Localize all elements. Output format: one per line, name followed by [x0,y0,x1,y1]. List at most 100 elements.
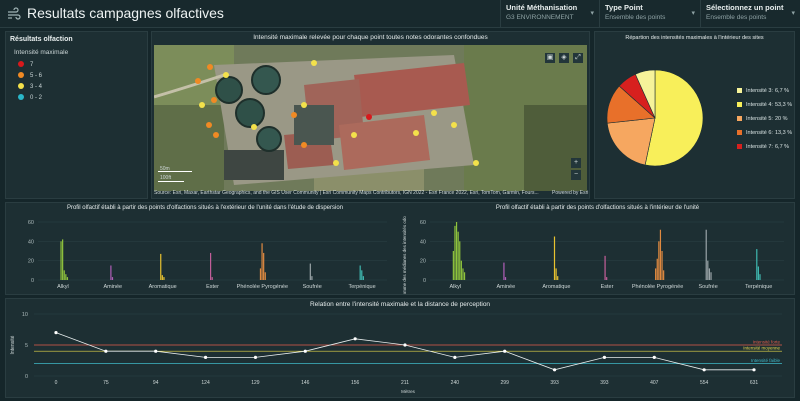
bar[interactable] [264,272,266,280]
bookmark-icon[interactable]: ▣ [545,53,555,63]
powered-by[interactable]: Powered by Esri [552,190,588,196]
data-point[interactable] [602,355,607,359]
data-point[interactable] [552,368,557,372]
data-point[interactable] [652,355,656,359]
data-point[interactable] [54,331,58,335]
data-point[interactable] [403,343,407,347]
bar[interactable] [658,241,660,280]
bar[interactable] [261,243,263,280]
bar[interactable] [454,225,456,280]
bar[interactable] [311,276,313,280]
data-point[interactable] [303,349,307,353]
bar[interactable] [459,241,461,280]
bar-chart-exterior[interactable]: 0 20 40 60 Alkyl Aminée Aromatique Ester Phénolé… [10,216,395,294]
bar[interactable] [259,268,262,280]
map-point[interactable] [431,110,437,116]
data-point[interactable] [203,355,208,359]
data-point[interactable] [253,355,258,359]
bar[interactable] [60,241,62,280]
map-point[interactable] [207,64,213,70]
bar-chart-interior[interactable]: 0 20 40 60 Somme des médianes des intensités… [400,216,792,294]
bar[interactable] [460,260,462,280]
bar[interactable] [110,265,112,281]
y-tick-label: 5 [25,343,28,349]
map-point[interactable] [223,72,229,78]
layers-icon[interactable]: ◈ [559,53,569,63]
bar[interactable] [708,268,711,280]
bar[interactable] [710,272,712,280]
bar[interactable] [463,272,466,280]
selector-type-point[interactable]: Type Point Ensemble des points ▾ [599,0,700,27]
bar[interactable] [656,258,658,280]
y-tick-label: 10 [22,312,28,318]
bar[interactable] [462,268,464,280]
bar[interactable] [604,255,606,280]
map-point[interactable] [213,132,219,138]
bar[interactable] [62,239,64,280]
bar[interactable] [659,229,662,280]
bar[interactable] [362,276,364,280]
zoom-out-button[interactable]: − [571,170,581,180]
data-point[interactable] [453,355,457,359]
bar-chart-title-ext: Profil olfactif établi à partir des poin… [66,205,344,211]
data-point[interactable] [104,349,108,353]
bar[interactable] [606,277,608,280]
expand-icon[interactable]: ⤢ [573,53,583,63]
map-point[interactable] [291,112,297,118]
bar[interactable] [309,263,311,280]
map-point[interactable] [473,160,479,166]
bar[interactable] [455,222,458,280]
bar[interactable] [66,277,69,280]
map-point[interactable] [251,124,257,130]
selector-unite[interactable]: Unité Méthanisation G3 ENVIRONNEMENT ▾ [500,0,599,27]
map-point[interactable] [199,102,205,108]
data-point[interactable] [154,349,158,353]
bar[interactable] [705,229,707,280]
map-point[interactable] [311,60,317,66]
bar[interactable] [655,268,657,280]
map-point[interactable] [301,102,307,108]
bar[interactable] [111,277,114,280]
bar[interactable] [263,252,265,280]
bar[interactable] [359,265,361,281]
bar[interactable] [555,268,557,280]
bar[interactable] [757,266,759,280]
map-point[interactable] [195,78,201,84]
bar[interactable] [661,251,663,280]
bar[interactable] [707,260,709,280]
satellite-map[interactable] [154,45,587,191]
bar[interactable] [553,236,556,281]
bar[interactable] [504,277,507,280]
data-point[interactable] [752,368,756,372]
bar[interactable] [663,270,665,280]
map-point[interactable] [413,130,419,136]
pie-chart[interactable] [605,68,705,168]
bar[interactable] [503,262,505,280]
bar[interactable] [160,253,162,280]
bar[interactable] [557,276,559,280]
bar[interactable] [211,277,213,280]
data-point[interactable] [702,368,706,372]
bar[interactable] [756,249,758,280]
map-point[interactable] [351,132,357,138]
bar[interactable] [65,274,67,280]
map-point[interactable] [451,122,457,128]
bar[interactable] [161,275,163,280]
line-chart[interactable]: 0 5 10 Intensité Intensité forteIntensité mo… [10,310,792,398]
map-point[interactable] [366,114,372,120]
data-point[interactable] [353,337,357,341]
data-point[interactable] [503,349,507,353]
bar[interactable] [759,274,761,280]
selector-point[interactable]: Sélectionnez un point Ensemble des point… [700,0,800,27]
bar[interactable] [163,277,165,280]
map-point[interactable] [333,160,339,166]
bar[interactable] [457,231,459,280]
map-point[interactable] [211,97,217,103]
map-point[interactable] [206,122,212,128]
bar[interactable] [452,251,454,280]
bar[interactable] [210,252,212,280]
bar[interactable] [63,270,65,280]
map-point[interactable] [301,142,307,148]
zoom-in-button[interactable]: + [571,158,581,168]
bar[interactable] [361,270,363,280]
